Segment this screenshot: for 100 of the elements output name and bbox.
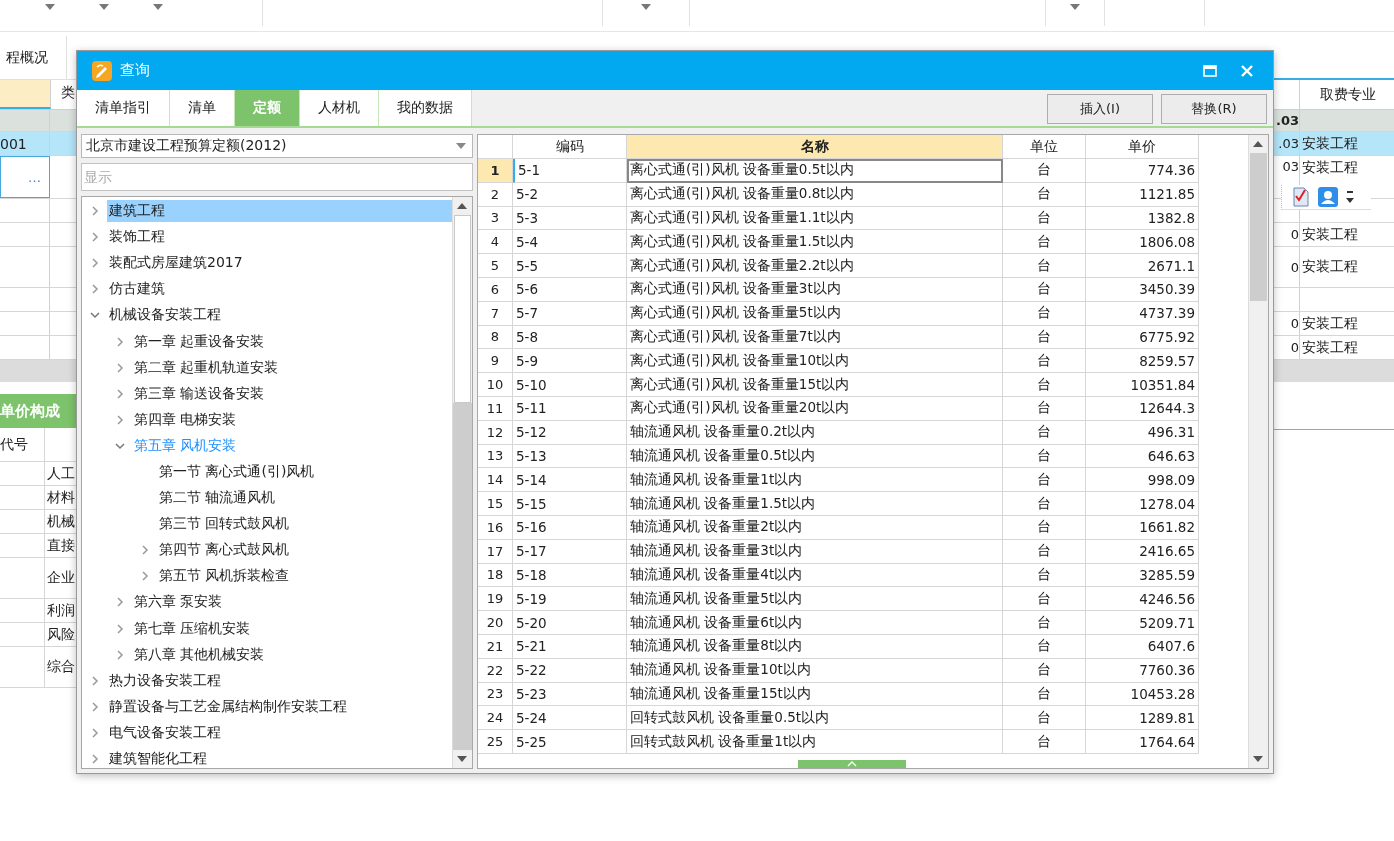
table-cell: 离心式通(引)风机 设备重量0.5t以内	[627, 159, 1003, 183]
maximize-icon[interactable]	[1203, 64, 1217, 77]
chevron-right-icon[interactable]	[90, 206, 100, 217]
table-cell: 5-7	[513, 301, 627, 326]
tree-item[interactable]: 静置设备与工艺金属结构制作安装工程	[107, 695, 349, 718]
tree-item[interactable]: 第四节 离心式鼓风机	[157, 539, 292, 562]
row-number: 2	[478, 182, 513, 207]
tree-item[interactable]: 装配式房屋建筑2017	[107, 252, 245, 275]
tab[interactable]: 我的数据	[379, 90, 472, 126]
chevron-right-icon[interactable]	[115, 414, 125, 425]
column-header[interactable]: 单价	[1086, 135, 1199, 159]
table-cell: 台	[1003, 444, 1086, 469]
column-header[interactable]: 单位	[1003, 135, 1086, 159]
tree-item[interactable]: 第二章 起重机轨道安装	[132, 356, 281, 379]
more-button[interactable]: …	[28, 169, 41, 185]
table-cell: 安装工程	[1302, 159, 1358, 177]
chevron-right-icon[interactable]	[90, 284, 100, 295]
table-cell: 回转式鼓风机 设备重量0.5t以内	[627, 706, 1003, 731]
table-cell: 台	[1003, 587, 1086, 612]
table-cell: 机械	[47, 512, 75, 531]
tree-item[interactable]: 装饰工程	[107, 226, 167, 249]
tree-item[interactable]: 第一节 离心式通(引)风机	[157, 461, 317, 483]
tree-item[interactable]: 第二节 轴流通风机	[157, 487, 278, 510]
tree-item[interactable]: 第三节 回转式鼓风机	[157, 513, 292, 536]
table-cell: 风险	[47, 625, 75, 644]
chevron-right-icon[interactable]	[115, 388, 125, 399]
table-cell: 5-25	[513, 730, 627, 754]
horizontal-scrollbar[interactable]	[0, 360, 76, 382]
row-number: 24	[478, 706, 513, 731]
tree-item[interactable]: 第五节 风机拆装检查	[157, 565, 292, 588]
table-cell: 03	[1282, 159, 1299, 174]
tree-item[interactable]: 热力设备安装工程	[107, 669, 223, 692]
chevron-right-icon[interactable]	[140, 571, 150, 582]
tree-item[interactable]: 电气设备安装工程	[107, 721, 223, 744]
tree-item[interactable]: 第六章 泵安装	[132, 591, 225, 614]
row-number: 23	[478, 682, 513, 707]
chevron-down-icon[interactable]	[115, 440, 125, 451]
tree-item[interactable]: 第七章 压缩机安装	[132, 617, 253, 640]
quota-dropdown[interactable]: 北京市建设工程预算定额(2012)	[81, 134, 473, 158]
action-button[interactable]: 替换(R)	[1161, 94, 1267, 124]
tab[interactable]: 人材机	[300, 90, 379, 126]
caret-icon[interactable]	[45, 4, 55, 10]
tree-item[interactable]: 建筑智能化工程	[107, 748, 209, 768]
chevron-right-icon[interactable]	[140, 545, 150, 556]
chevron-down-icon[interactable]	[90, 310, 100, 321]
table-cell: 轴流通风机 设备重量4t以内	[627, 563, 1003, 588]
column-header[interactable]: 名称	[627, 135, 1003, 159]
table-cell: 6775.92	[1086, 325, 1199, 350]
tree-item[interactable]: 第三章 输送设备安装	[132, 382, 267, 405]
splitter-handle[interactable]	[798, 760, 906, 768]
table-cell: 台	[1003, 706, 1086, 731]
table-cell: 6407.6	[1086, 634, 1199, 659]
tree-item[interactable]: 第八章 其他机械安装	[132, 643, 267, 666]
tree-item[interactable]: 仿古建筑	[107, 278, 167, 301]
horizontal-scrollbar[interactable]	[1274, 360, 1394, 382]
chevron-right-icon[interactable]	[90, 232, 100, 243]
caret-icon[interactable]	[641, 4, 651, 10]
tab[interactable]: 程概况	[0, 36, 67, 79]
tab[interactable]: 清单	[170, 90, 235, 126]
chevron-right-icon[interactable]	[90, 754, 100, 764]
chevron-right-icon[interactable]	[115, 362, 125, 373]
table-cell: 5-23	[513, 682, 627, 707]
chevron-right-icon[interactable]	[90, 675, 100, 686]
row-number: 10	[478, 373, 513, 397]
caret-icon[interactable]	[153, 4, 163, 10]
scrollbar-thumb[interactable]	[454, 215, 471, 403]
caret-icon[interactable]	[1070, 4, 1080, 10]
table-cell: 台	[1003, 492, 1086, 516]
table-cell: 安装工程	[1302, 258, 1358, 276]
tree-item[interactable]: 机械设备安装工程	[107, 304, 223, 327]
chevron-right-icon[interactable]	[90, 701, 100, 712]
chevron-right-icon[interactable]	[115, 597, 125, 608]
chevron-right-icon[interactable]	[90, 727, 100, 738]
table-cell: 利润	[47, 601, 75, 620]
caret-icon[interactable]	[456, 143, 466, 149]
table-cell: 安装工程	[1302, 314, 1358, 333]
column-header: 取费专业	[1319, 84, 1377, 104]
table-cell: 台	[1003, 682, 1086, 707]
table-cell: 1764.64	[1086, 730, 1199, 754]
chevron-right-icon[interactable]	[115, 649, 125, 660]
close-icon[interactable]	[1241, 64, 1253, 77]
table-cell: 离心式通(引)风机 设备重量1.5t以内	[627, 230, 1003, 255]
tab[interactable]: 清单指引	[77, 90, 170, 126]
tree-item[interactable]: 建筑工程	[107, 200, 452, 223]
chevron-right-icon[interactable]	[115, 623, 125, 634]
scrollbar-thumb[interactable]	[1250, 153, 1267, 301]
table-cell: 5-14	[513, 468, 627, 493]
tree-item[interactable]: 第四章 电梯安装	[132, 408, 239, 431]
action-button[interactable]: 插入(I)	[1047, 94, 1153, 124]
chevron-right-icon[interactable]	[115, 336, 125, 347]
caret-icon[interactable]	[99, 4, 109, 10]
table-cell: 安装工程	[1302, 338, 1358, 357]
chevron-right-icon[interactable]	[90, 258, 100, 269]
tree-item[interactable]: 第一章 起重设备安装	[132, 330, 267, 353]
table-cell: 5-12	[513, 420, 627, 445]
table-cell: 台	[1003, 325, 1086, 350]
row-number: 11	[478, 396, 513, 421]
row-number: 1	[478, 159, 513, 183]
table-cell: 4246.56	[1086, 587, 1199, 612]
search-field[interactable]: 显示	[81, 163, 473, 191]
